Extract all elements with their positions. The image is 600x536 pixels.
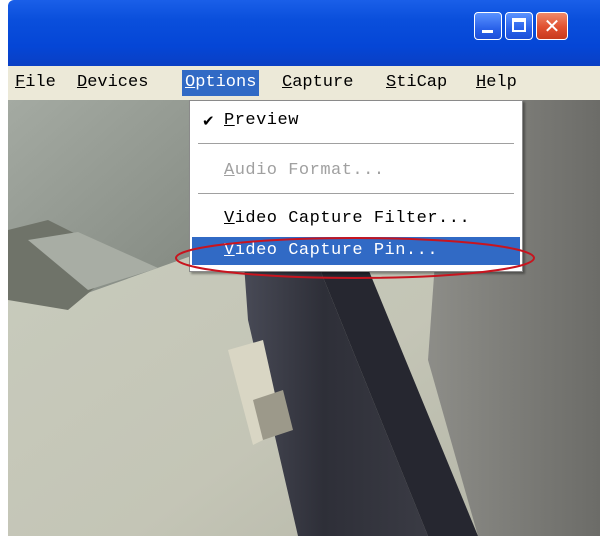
menu-item-video-capture-filter[interactable]: Video Capture Filter... (192, 205, 520, 233)
minimize-icon (482, 30, 493, 33)
maximize-icon (512, 18, 526, 32)
menu-item-video-capture-pin-label: Video Capture Pin... (224, 241, 439, 260)
menu-separator (198, 193, 514, 195)
menu-separator (198, 143, 514, 145)
maximize-button[interactable] (505, 12, 533, 40)
close-icon: ✕ (543, 14, 561, 38)
menu-help[interactable]: Help (473, 70, 520, 96)
menu-options[interactable]: Options (182, 70, 260, 96)
title-bar[interactable]: ✕ (8, 0, 600, 66)
minimize-button[interactable] (474, 12, 502, 40)
menu-bar: File Devices Options Capture StiCap Help (8, 66, 600, 101)
menu-file[interactable]: File (12, 70, 59, 96)
checkmark-icon: ✔ (202, 112, 216, 130)
close-button[interactable]: ✕ (536, 12, 568, 40)
app-window: ✕ File Devices Options Capture StiCap He… (8, 0, 600, 536)
menu-item-audio-format[interactable]: Audio Format... (192, 157, 520, 185)
menu-item-preview-label: Preview (224, 111, 299, 130)
menu-item-preview[interactable]: ✔ Preview (192, 107, 520, 135)
options-dropdown-menu: ✔ Preview Audio Format... Video Capture … (189, 100, 523, 272)
menu-sticap[interactable]: StiCap (383, 70, 450, 96)
menu-item-video-capture-filter-label: Video Capture Filter... (224, 209, 471, 228)
menu-devices[interactable]: Devices (74, 70, 151, 96)
menu-item-video-capture-pin[interactable]: Video Capture Pin... (192, 237, 520, 265)
menu-capture[interactable]: Capture (279, 70, 356, 96)
menu-item-audio-format-label: Audio Format... (224, 161, 385, 180)
